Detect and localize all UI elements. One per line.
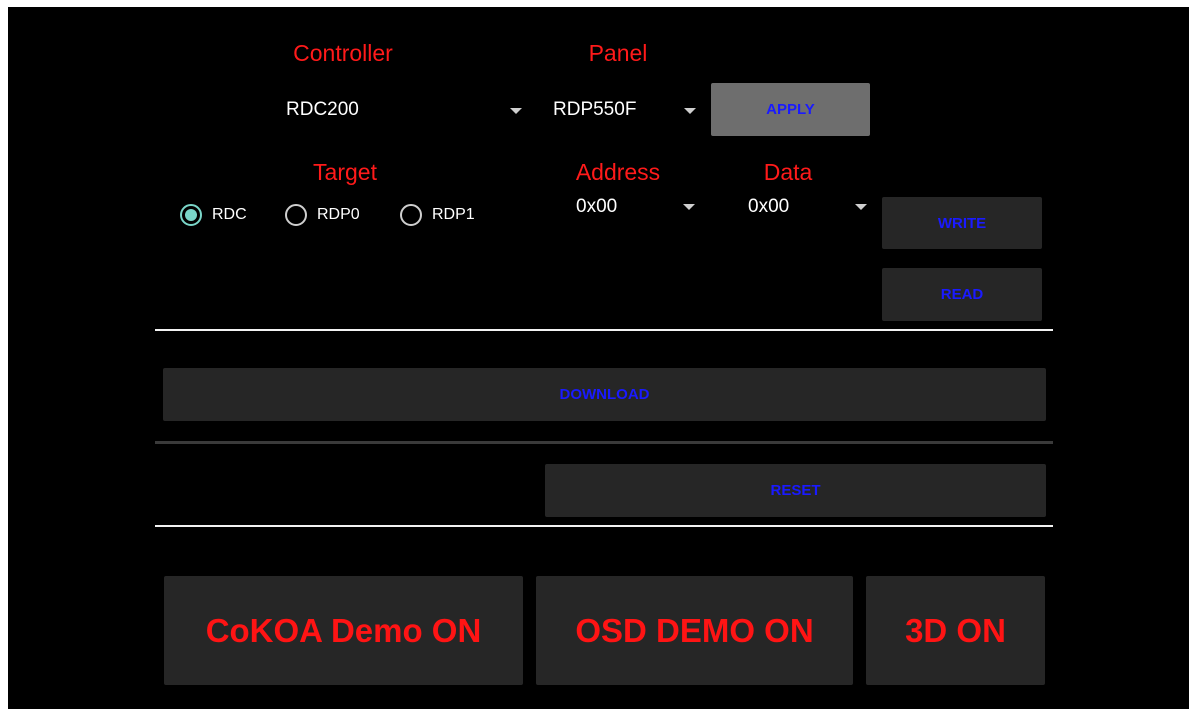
panel-spinner[interactable]: RDP550F — [545, 95, 705, 125]
radio-rdp0[interactable]: RDP0 — [285, 201, 385, 229]
radio-rdc-label: RDC — [212, 206, 247, 223]
controller-label: Controller — [293, 40, 393, 66]
read-button[interactable]: READ — [882, 268, 1042, 321]
radio-rdp1-label: RDP1 — [432, 206, 475, 223]
radio-rdp0-label: RDP0 — [317, 206, 360, 223]
divider — [155, 525, 1053, 527]
panel-spinner-value: RDP550F — [553, 99, 637, 120]
download-button[interactable]: DOWNLOAD — [163, 368, 1046, 421]
chevron-down-icon — [855, 204, 867, 210]
chevron-down-icon — [510, 108, 522, 114]
address-spinner[interactable]: 0x00 — [568, 192, 708, 222]
3d-on-button[interactable]: 3D ON — [866, 576, 1045, 685]
chevron-down-icon — [683, 204, 695, 210]
divider — [155, 329, 1053, 331]
reset-button[interactable]: RESET — [545, 464, 1046, 517]
osd-demo-button[interactable]: OSD DEMO ON — [536, 576, 853, 685]
cokoa-demo-button[interactable]: CoKOA Demo ON — [164, 576, 523, 685]
apply-button[interactable]: APPLY — [711, 83, 870, 136]
data-spinner[interactable]: 0x00 — [740, 192, 880, 222]
divider — [155, 441, 1053, 444]
radio-unchecked-icon — [285, 204, 307, 226]
address-label: Address — [575, 159, 661, 185]
data-label: Data — [763, 159, 813, 185]
controller-spinner[interactable]: RDC200 — [278, 95, 538, 125]
radio-checked-icon — [180, 204, 202, 226]
panel-label: Panel — [588, 40, 648, 66]
chevron-down-icon — [684, 108, 696, 114]
controller-spinner-value: RDC200 — [286, 99, 359, 120]
radio-unchecked-icon — [400, 204, 422, 226]
app-screen: Controller RDC200 Panel RDP550F APPLY Ta… — [8, 7, 1189, 709]
data-spinner-value: 0x00 — [748, 196, 790, 217]
radio-rdc[interactable]: RDC — [180, 201, 270, 229]
write-button[interactable]: WRITE — [882, 197, 1042, 249]
radio-rdp1[interactable]: RDP1 — [400, 201, 500, 229]
address-spinner-value: 0x00 — [576, 196, 618, 217]
target-label: Target — [313, 159, 377, 185]
